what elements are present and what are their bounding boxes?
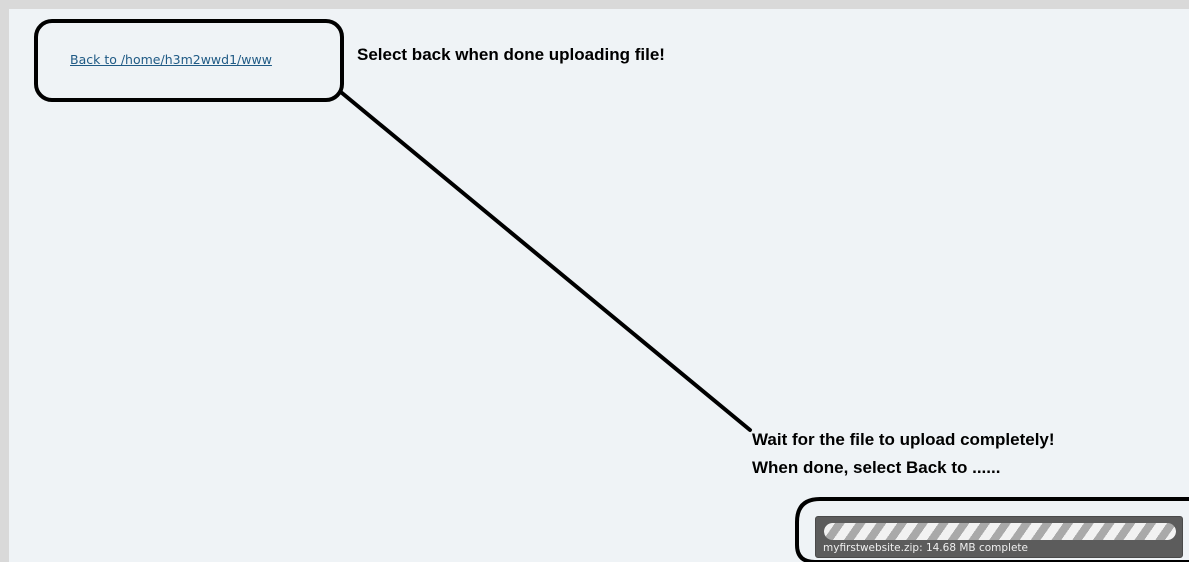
upload-page-panel (9, 9, 1189, 562)
wait-annotation-line-2: When done, select Back to ...... (752, 458, 1001, 477)
upload-progress-bar (824, 523, 1176, 540)
wait-annotation-line-1: Wait for the file to upload completely! (752, 430, 1055, 449)
back-hint-annotation: Select back when done uploading file! (357, 45, 665, 64)
upload-progress-widget: myfirstwebsite.zip: 14.68 MB complete (815, 516, 1183, 558)
back-to-folder-link[interactable]: Back to /home/h3m2wwd1/www (70, 52, 272, 67)
upload-status-text: myfirstwebsite.zip: 14.68 MB complete (823, 542, 1028, 554)
upload-progress-fill (824, 523, 1176, 540)
